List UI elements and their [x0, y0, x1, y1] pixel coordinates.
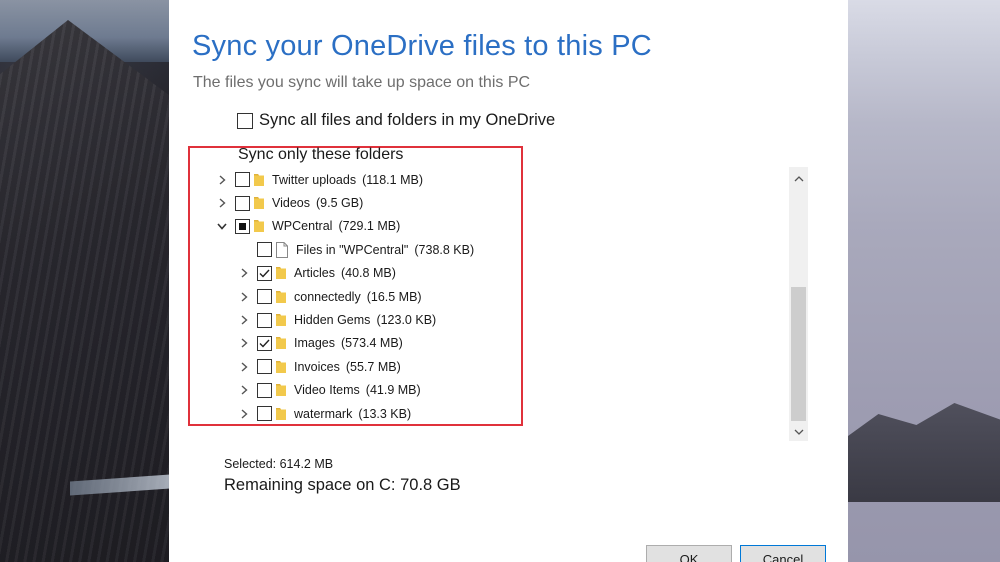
folder-tree-row[interactable]: Hidden Gems (123.0 KB) — [215, 308, 535, 331]
folder-icon — [254, 219, 264, 233]
folder-size: (41.9 MB) — [365, 383, 421, 398]
folder-tree-scrollbar[interactable] — [789, 167, 808, 441]
remaining-space-text: Remaining space on C: 70.8 GB — [224, 476, 461, 494]
folder-size: (123.0 KB) — [376, 313, 437, 328]
folder-checkbox[interactable] — [235, 172, 250, 188]
folder-name: Twitter uploads — [272, 172, 357, 187]
folder-icon — [276, 290, 286, 304]
folder-tree-row[interactable]: Twitter uploads (118.1 MB) — [215, 168, 535, 191]
folder-checkbox[interactable] — [257, 265, 272, 281]
folder-size: (738.8 KB) — [414, 242, 475, 257]
chevron-right-icon[interactable] — [237, 292, 251, 302]
folder-name: Video Items — [294, 383, 360, 398]
folder-checkbox[interactable] — [257, 289, 272, 305]
folder-checkbox[interactable] — [257, 382, 272, 398]
desktop-background-left — [0, 0, 170, 562]
sync-all-checkbox[interactable] — [237, 112, 253, 129]
partial-check-mark — [239, 222, 246, 230]
folder-size: (55.7 MB) — [345, 359, 401, 374]
chevron-right-icon[interactable] — [237, 362, 251, 372]
folder-size: (40.8 MB) — [340, 266, 396, 281]
scrollbar-thumb[interactable] — [791, 287, 806, 421]
dialog-title: Sync your OneDrive files to this PC — [192, 30, 652, 62]
scroll-down-arrow-icon[interactable] — [789, 423, 808, 441]
folder-icon — [276, 313, 286, 327]
folder-checkbox[interactable] — [257, 359, 272, 375]
folder-tree-row[interactable]: Videos (9.5 GB) — [215, 191, 535, 214]
onedrive-sync-dialog: Sync your OneDrive files to this PC The … — [169, 0, 848, 562]
folder-checkbox[interactable] — [257, 406, 272, 422]
folder-tree-row[interactable]: Invoices (55.7 MB) — [215, 355, 535, 378]
chevron-right-icon[interactable] — [237, 268, 251, 278]
folder-checkbox[interactable] — [235, 218, 250, 234]
folder-name: Hidden Gems — [294, 313, 371, 328]
folder-name: Videos — [272, 196, 310, 211]
folder-name: Invoices — [294, 359, 340, 374]
sync-all-option[interactable]: Sync all files and folders in my OneDriv… — [237, 111, 555, 130]
selected-size-text: Selected: 614.2 MB — [224, 457, 334, 471]
folder-name: connectedly — [294, 289, 361, 304]
background-rocks — [848, 403, 1000, 502]
chevron-down-icon[interactable] — [215, 223, 229, 230]
file-icon — [276, 241, 288, 258]
folder-tree-row[interactable]: watermark (13.3 KB) — [215, 402, 535, 425]
folder-size: (13.3 KB) — [358, 406, 412, 421]
folder-icon — [276, 266, 286, 280]
folder-tree-row[interactable]: connectedly (16.5 MB) — [215, 285, 535, 308]
sync-only-folders-label: Sync only these folders — [238, 146, 404, 163]
folder-tree-row[interactable]: WPCentral (729.1 MB) — [215, 215, 535, 238]
chevron-right-icon[interactable] — [237, 315, 251, 325]
folder-size: (118.1 MB) — [362, 172, 423, 187]
folder-icon — [276, 336, 286, 350]
folder-name: Articles — [294, 266, 335, 281]
folder-tree: Twitter uploads (118.1 MB) Videos (9.5 GB) W… — [215, 168, 535, 425]
folder-size: (573.4 MB) — [341, 336, 403, 351]
folder-checkbox[interactable] — [257, 335, 272, 351]
folder-size: (9.5 GB) — [316, 196, 364, 211]
folder-tree-row[interactable]: Articles (40.8 MB) — [215, 262, 535, 285]
folder-name: Images — [294, 336, 335, 351]
folder-icon — [276, 383, 286, 397]
folder-size: (729.1 MB) — [338, 219, 401, 234]
desktop-background-right — [848, 0, 1000, 562]
folder-icon — [254, 196, 264, 210]
folder-name: Files in "WPCentral" — [296, 242, 409, 257]
folder-icon — [276, 407, 286, 421]
sync-all-label: Sync all files and folders in my OneDriv… — [259, 111, 556, 129]
folder-name: WPCentral — [272, 219, 333, 234]
scroll-up-arrow-icon[interactable] — [789, 170, 808, 188]
folder-checkbox[interactable] — [235, 195, 250, 211]
folder-name: watermark — [294, 406, 353, 421]
dialog-subtitle: The files you sync will take up space on… — [193, 74, 531, 91]
ok-button[interactable]: OK — [646, 545, 732, 562]
chevron-right-icon[interactable] — [215, 198, 229, 208]
cancel-button[interactable]: Cancel — [740, 545, 826, 562]
folder-size: (16.5 MB) — [366, 289, 422, 304]
chevron-right-icon[interactable] — [237, 409, 251, 419]
chevron-right-icon[interactable] — [237, 385, 251, 395]
folder-icon — [276, 360, 286, 374]
folder-icon — [254, 173, 264, 187]
chevron-right-icon[interactable] — [215, 175, 229, 185]
folder-tree-row[interactable]: Images (573.4 MB) — [215, 332, 535, 355]
folder-checkbox[interactable] — [257, 312, 272, 328]
folder-tree-row[interactable]: Files in "WPCentral" (738.8 KB) — [215, 238, 535, 261]
chevron-right-icon[interactable] — [237, 338, 251, 348]
folder-tree-row[interactable]: Video Items (41.9 MB) — [215, 379, 535, 402]
folder-checkbox[interactable] — [257, 242, 272, 258]
